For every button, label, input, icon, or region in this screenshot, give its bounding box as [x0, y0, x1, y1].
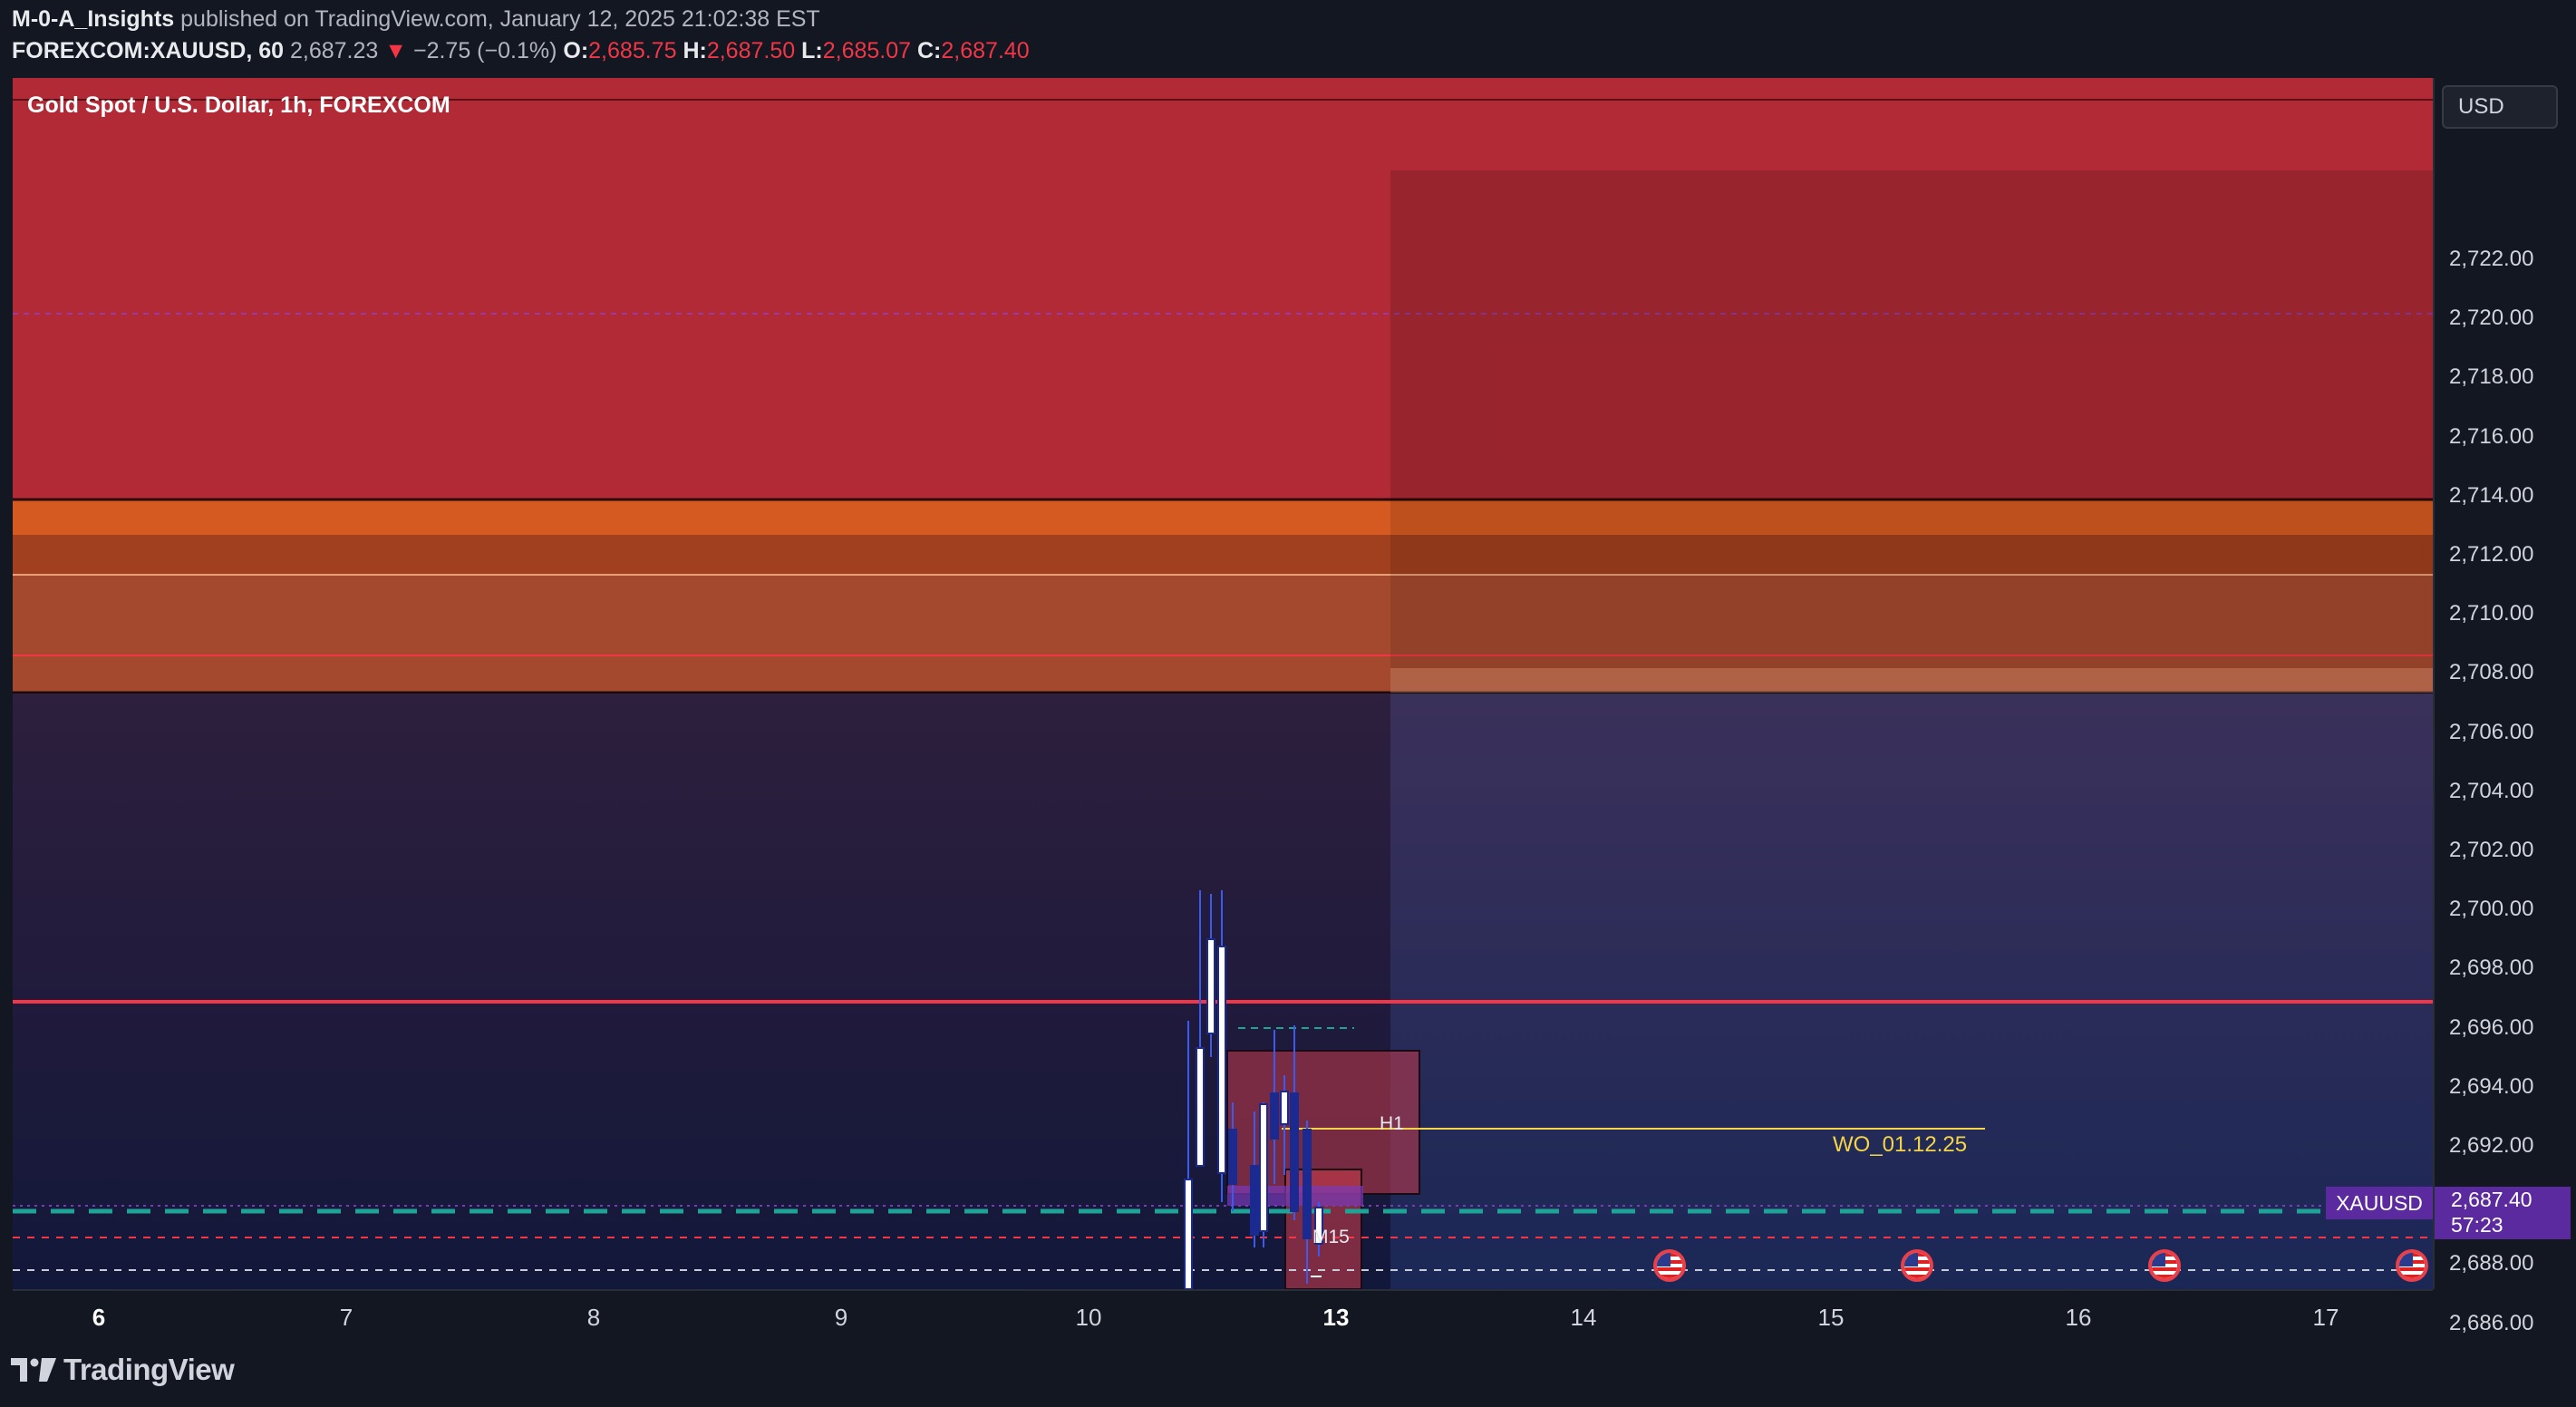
current-price-value: 2,687.40 — [2451, 1188, 2532, 1211]
currency-selector[interactable]: USD — [2442, 85, 2558, 129]
time-axis[interactable]: 6 7 8 9 10 13 14 15 16 17 — [13, 1289, 2433, 1342]
chart-header: M-0-A_Insights published on TradingView.… — [0, 0, 2576, 78]
candle-body — [1303, 1129, 1312, 1239]
m15-label: M15 — [1312, 1227, 1350, 1247]
time-tick: 10 — [1075, 1304, 1102, 1331]
candle-body — [1270, 1092, 1279, 1140]
weekly-open-label: WO_01.12.25 — [1833, 1132, 1968, 1157]
time-tick: 14 — [1570, 1304, 1597, 1331]
time-tick: 8 — [586, 1304, 601, 1331]
price-tick: 2,700.00 — [2449, 897, 2534, 922]
time-tick: 13 — [1322, 1304, 1350, 1331]
symbol-interval[interactable]: FOREXCOM:XAUUSD, 60 — [12, 38, 284, 63]
price-tick: 2,712.00 — [2449, 542, 2534, 567]
price-tick: 2,702.00 — [2449, 838, 2534, 862]
price-tick: 2,688.00 — [2449, 1251, 2534, 1276]
price-axis[interactable]: USD 2,722.00 2,720.00 2,718.00 2,716.00 2,71… — [2433, 78, 2576, 1335]
last-price: 2,687.23 — [290, 38, 379, 63]
candle-body — [1217, 946, 1226, 1174]
ohlc-legend: FOREXCOM:XAUUSD, 60 2,687.23 ▼ −2.75 (−0… — [12, 37, 1030, 64]
price-tick: 2,686.00 — [2449, 1310, 2534, 1335]
low-value: 2,685.07 — [822, 38, 912, 63]
high-value: 2,687.50 — [706, 38, 796, 63]
price-tick: 2,720.00 — [2449, 306, 2534, 331]
down-arrow-icon: ▼ — [384, 38, 408, 63]
projection-box-upper[interactable] — [1390, 170, 2433, 500]
tradingview-brand[interactable]: TradingView — [63, 1353, 235, 1387]
projection-box-lower[interactable] — [1390, 694, 2433, 1289]
candle-body — [1259, 1103, 1268, 1232]
projection-box-light — [1390, 668, 2433, 693]
open-label: O: — [563, 38, 589, 63]
price-tick: 2,714.00 — [2449, 482, 2534, 508]
price-tick: 2,706.00 — [2449, 719, 2534, 744]
tradingview-logo-icon[interactable] — [11, 1358, 56, 1382]
high-label: H: — [683, 38, 707, 63]
price-tick: 2,708.00 — [2449, 660, 2534, 685]
price-tick: 2,716.00 — [2449, 423, 2534, 449]
close-value: 2,687.40 — [941, 38, 1030, 63]
time-tick: 6 — [92, 1304, 106, 1331]
candle-body — [1280, 1091, 1289, 1125]
price-tick: 2,694.00 — [2449, 1073, 2534, 1099]
candle-body — [1196, 1047, 1205, 1167]
chart-pane[interactable]: Gold Spot / U.S. Dollar, 1h, FOREXCOM H1… — [13, 78, 2433, 1289]
current-price-tag: 2,687.40 57:23 — [2435, 1187, 2571, 1239]
price-tick: 2,704.00 — [2449, 778, 2534, 803]
candle-body — [1184, 1179, 1193, 1289]
chart-canvas[interactable] — [13, 78, 2433, 1289]
h1-label: H1 — [1380, 1113, 1404, 1134]
us-flag-icon[interactable] — [1901, 1249, 1933, 1282]
price-tick: 2,710.00 — [2449, 601, 2534, 626]
us-flag-icon[interactable] — [1653, 1249, 1686, 1282]
projection-box-mid[interactable] — [1390, 500, 2433, 693]
close-label: C: — [917, 38, 942, 63]
candle-body — [1206, 938, 1215, 1034]
time-tick: 9 — [834, 1304, 848, 1331]
us-flag-icon[interactable] — [2396, 1249, 2428, 1282]
candle-body — [1228, 1129, 1237, 1185]
time-tick: 16 — [2065, 1304, 2092, 1331]
low-label: L: — [801, 38, 823, 63]
price-tick: 2,722.00 — [2449, 247, 2534, 271]
price-tick: 2,696.00 — [2449, 1014, 2534, 1040]
price-tick: 2,692.00 — [2449, 1133, 2534, 1158]
price-tick: 2,698.00 — [2449, 956, 2534, 981]
candle-body — [1250, 1165, 1259, 1236]
price-change: −2.75 (−0.1%) — [412, 38, 557, 63]
open-value: 2,685.75 — [588, 38, 677, 63]
price-tick: 2,718.00 — [2449, 364, 2534, 390]
published-text: published on TradingView.com, January 12… — [180, 6, 820, 32]
symbol-price-label: XAUUSD — [2326, 1187, 2433, 1219]
time-tick: 15 — [1817, 1304, 1845, 1331]
symbol-title: Gold Spot / U.S. Dollar, 1h, FOREXCOM — [27, 92, 450, 118]
time-tick: 17 — [2312, 1304, 2339, 1331]
us-flag-icon[interactable] — [2148, 1249, 2181, 1282]
time-tick: 7 — [339, 1304, 353, 1331]
author-name[interactable]: M-0-A_Insights — [12, 6, 174, 32]
candle-body — [1290, 1092, 1299, 1212]
footer: TradingView — [0, 1340, 2576, 1407]
bar-countdown: 57:23 — [2451, 1213, 2503, 1237]
publish-info: M-0-A_Insights published on TradingView.… — [12, 5, 820, 33]
